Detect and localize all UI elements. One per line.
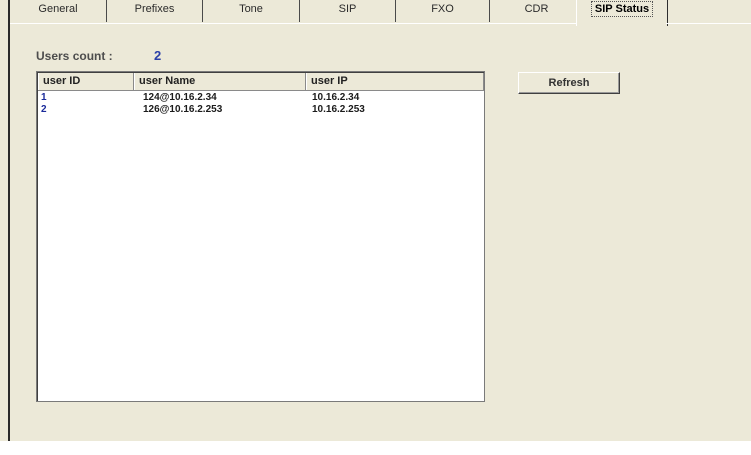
tab-cdr[interactable]: CDR: [490, 0, 584, 22]
cell-user-name: 126@10.16.2.253: [143, 104, 223, 115]
column-header-user-id[interactable]: user ID: [38, 73, 134, 90]
tab-baseline-right: [666, 23, 751, 24]
tab-baseline-left: [10, 23, 576, 24]
tab-sip-status[interactable]: SIP Status: [576, 0, 668, 26]
users-count-label: Users count :: [36, 49, 113, 63]
tab-sip-status-label: SIP Status: [590, 1, 654, 17]
users-list-header: user ID user Name user IP: [38, 73, 484, 91]
bottom-strip: [0, 441, 751, 455]
users-count-value: 2: [154, 48, 162, 63]
column-header-user-ip[interactable]: user IP: [306, 73, 484, 90]
column-header-user-name[interactable]: user Name: [134, 73, 306, 90]
tab-cdr-label: CDR: [524, 3, 549, 15]
cell-user-id: 1: [41, 92, 47, 103]
tab-prefixes[interactable]: Prefixes: [107, 0, 203, 22]
tab-sip-label: SIP: [338, 3, 357, 15]
tab-general-label: General: [38, 3, 78, 15]
cell-user-id: 2: [41, 104, 47, 115]
cell-user-ip: 10.16.2.253: [312, 104, 365, 115]
tab-prefixes-label: Prefixes: [134, 3, 175, 15]
tab-strip: General Prefixes Tone SIP FXO CDR SIP St…: [10, 0, 751, 26]
cell-user-ip: 10.16.2.34: [312, 92, 360, 103]
table-row[interactable]: 2 126@10.16.2.253 10.16.2.253: [38, 104, 484, 116]
tab-tone[interactable]: Tone: [203, 0, 300, 22]
tab-general[interactable]: General: [10, 0, 107, 22]
tab-sip[interactable]: SIP: [300, 0, 396, 22]
tab-fxo-label: FXO: [431, 3, 454, 15]
tab-fxo[interactable]: FXO: [396, 0, 490, 22]
refresh-button[interactable]: Refresh: [518, 72, 620, 94]
users-list[interactable]: user ID user Name user IP 1 124@10.16.2.…: [36, 71, 485, 402]
tab-tone-label: Tone: [239, 3, 263, 15]
window-left-edge: [8, 0, 10, 455]
table-row[interactable]: 1 124@10.16.2.34 10.16.2.34: [38, 92, 484, 104]
cell-user-name: 124@10.16.2.34: [143, 92, 217, 103]
